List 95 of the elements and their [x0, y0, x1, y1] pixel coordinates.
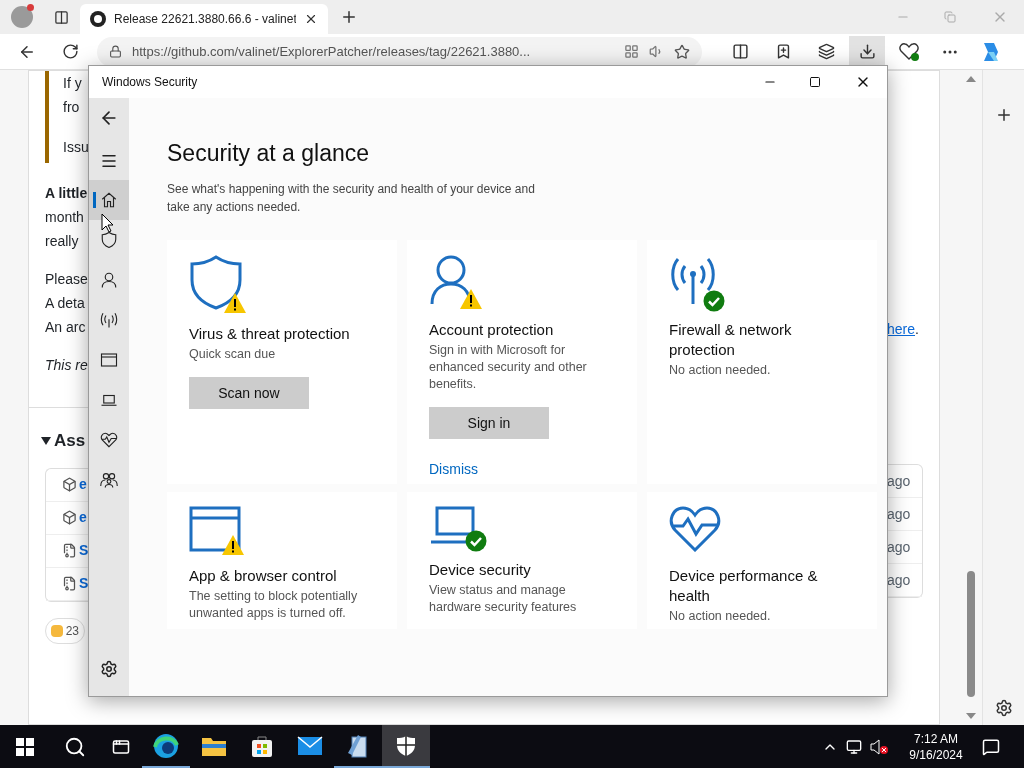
scroll-up-arrow-icon[interactable] [966, 76, 976, 82]
section-heading: Ass [54, 430, 86, 452]
card-title: Virus & threat protection [189, 324, 351, 344]
task-view-icon[interactable] [112, 737, 130, 756]
asset-link[interactable]: e [79, 507, 87, 528]
action-button[interactable]: Sign in [429, 407, 549, 439]
network-icon[interactable] [846, 738, 862, 755]
action-button[interactable]: Scan now [189, 377, 309, 409]
maximize-icon[interactable] [809, 76, 821, 88]
page-heading: Security at a glance [167, 139, 370, 168]
heart-pulse-icon [100, 431, 118, 449]
paragraph-text: really [45, 232, 80, 251]
clock[interactable]: 7:12 AM 9/16/2024 [898, 730, 974, 763]
period-text: . [915, 321, 919, 337]
reload-icon[interactable] [62, 43, 79, 60]
address-field[interactable]: https://github.com/valinet/ExplorerPatcher/releases/tag/22621.3880... [97, 36, 702, 67]
person-icon [100, 271, 118, 289]
shield-icon [396, 734, 416, 757]
document-tool-icon [346, 732, 370, 759]
collapse-triangle-icon[interactable] [41, 436, 51, 445]
taskbar-app[interactable] [382, 725, 430, 768]
archive-icon [62, 576, 77, 591]
quote-text: If y [63, 74, 83, 93]
profile-avatar[interactable] [11, 6, 33, 28]
envelope-icon [297, 735, 323, 756]
scrollbar-thumb[interactable] [967, 571, 975, 697]
nav-item[interactable] [89, 180, 129, 220]
thumbs-up-icon [51, 624, 63, 637]
paragraph-text: A little [45, 184, 89, 203]
asset-link[interactable]: S [79, 540, 89, 561]
settings-icon[interactable] [100, 660, 118, 678]
new-tab-icon[interactable] [340, 8, 358, 26]
tab-title: Release 22621.3880.66.6 - valinet [114, 11, 296, 28]
card-description: The setting to block potentially unwanted apps is turned off. [189, 588, 359, 622]
paragraph-text: Please [45, 270, 89, 289]
card-description: No action needed. [669, 362, 772, 379]
browser-window-icon [189, 506, 241, 552]
url-text: https://github.com/valinet/ExplorerPatcher/releases/tag/22621.3880... [132, 42, 531, 61]
window-title: Windows Security [102, 74, 199, 91]
card-title: App & browser control [189, 566, 338, 586]
windows-logo-icon[interactable] [16, 737, 34, 756]
shopping-bag-icon [250, 733, 274, 758]
heart-pulse-icon[interactable] [899, 42, 919, 61]
card-title: Device performance & health [669, 566, 819, 606]
settings-icon[interactable] [994, 699, 1013, 717]
page-subtitle: See what's happening with the security and health of your device and take any actions needed. [167, 181, 536, 216]
apps-icon[interactable] [624, 44, 639, 59]
quote-text: Issu [63, 138, 89, 157]
card-description: No action needed. [669, 608, 772, 625]
package-icon [62, 477, 77, 492]
here-link[interactable]: here [887, 321, 916, 337]
time-text: ago [887, 570, 911, 590]
browser-window-icon [100, 351, 118, 369]
search-icon[interactable] [64, 735, 86, 758]
home-icon [100, 191, 118, 209]
dismiss-link[interactable]: Dismiss [429, 459, 615, 480]
paragraph-text: month [45, 208, 85, 227]
paragraph-text: An arc [45, 318, 87, 337]
heart-pulse-icon [669, 506, 721, 552]
family-icon [100, 471, 118, 489]
card-description: Quick scan due [189, 346, 277, 363]
favorites-icon[interactable] [775, 43, 792, 60]
close-icon[interactable] [304, 12, 318, 26]
time-text: ago [887, 471, 911, 491]
shield-icon [189, 254, 243, 310]
archive-icon [62, 543, 77, 558]
card-title: Device security [429, 560, 532, 580]
card-title: Account protection [429, 320, 555, 340]
browser-logo-icon [153, 732, 179, 759]
menu-icon[interactable] [100, 152, 118, 170]
card-title: Firewall & network protection [669, 320, 793, 360]
card-description: View status and manage hardware security features [429, 582, 578, 616]
package-icon [62, 510, 77, 525]
antenna-icon [100, 311, 118, 329]
tab-actions-icon [53, 9, 69, 25]
quote-text: fro [63, 98, 81, 117]
asset-link[interactable]: S [79, 573, 89, 594]
card-description: Sign in with Microsoft for enhanced security and other benefits. [429, 342, 588, 393]
mouse-pointer-icon [101, 213, 114, 233]
collections-icon[interactable] [818, 43, 835, 60]
asset-link[interactable]: e [79, 474, 87, 495]
notifications-icon[interactable] [982, 737, 1000, 756]
favorite-star-icon[interactable] [674, 43, 690, 60]
time-text: ago [887, 537, 911, 557]
download-icon [858, 43, 876, 60]
time-text: ago [887, 504, 911, 524]
speaker-muted-icon[interactable] [870, 738, 888, 755]
paragraph-text: This re [45, 356, 89, 375]
browser-tab[interactable]: Release 22621.3880.66.6 - valinet [80, 4, 328, 34]
scroll-down-arrow-icon[interactable] [966, 713, 976, 719]
downloads-button[interactable] [849, 35, 885, 68]
shield-icon [100, 231, 118, 249]
split-screen-icon[interactable] [732, 43, 749, 60]
lock-icon [109, 45, 122, 58]
paragraph-text: A deta [45, 294, 86, 313]
